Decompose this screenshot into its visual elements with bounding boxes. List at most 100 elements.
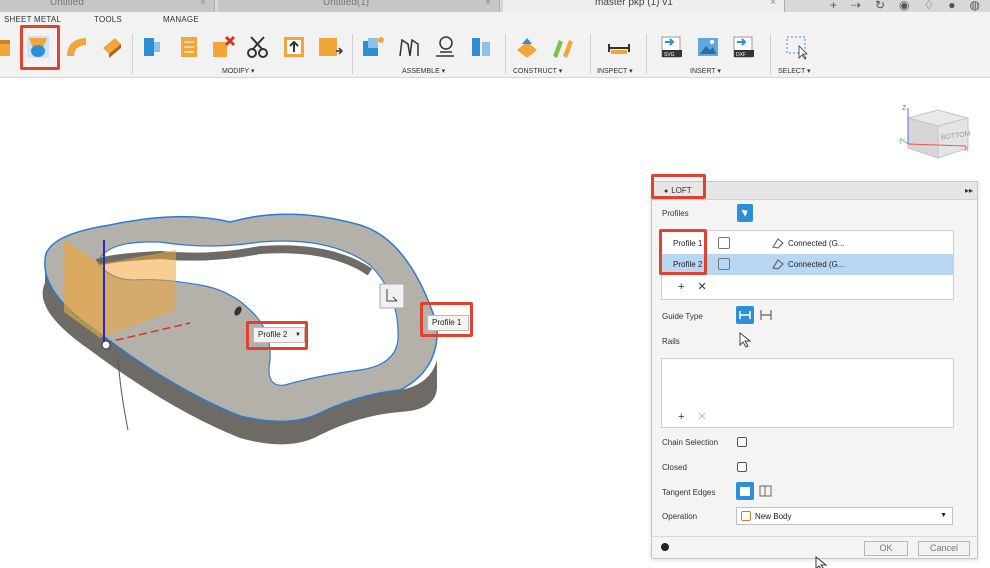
- info-icon[interactable]: [661, 543, 669, 551]
- group-assemble[interactable]: ASSEMBLE ▾: [402, 67, 445, 75]
- loft-body-model[interactable]: [0, 180, 480, 450]
- profile-1-highlight: [420, 302, 473, 337]
- group-construct[interactable]: CONSTRUCT ▾: [513, 67, 562, 75]
- ribbon-toolbar: SHEET METAL TOOLS MANAGE MODIFY ▾ ASSEMB…: [0, 12, 990, 78]
- job-status-icon[interactable]: ⇢: [851, 0, 861, 12]
- align-icon[interactable]: [317, 34, 343, 60]
- mouse-cursor-icon: [815, 556, 828, 568]
- tab-label: Untitled(1): [323, 0, 370, 8]
- menu-sheet-metal[interactable]: SHEET METAL: [4, 15, 61, 24]
- loft-dialog: LOFT ▸▸ Profiles Profile 1 Connected (G.…: [651, 181, 978, 559]
- help-icon[interactable]: ●: [948, 0, 955, 12]
- delete-face-icon[interactable]: [210, 34, 236, 60]
- operation-label: Operation: [662, 512, 698, 521]
- group-inspect[interactable]: INSPECT ▾: [597, 67, 633, 75]
- canvas-icon[interactable]: [695, 34, 721, 60]
- expand-icon[interactable]: ▸▸: [965, 186, 973, 195]
- as-built-joint-icon[interactable]: [432, 34, 458, 60]
- measure-icon[interactable]: [606, 34, 632, 60]
- refresh-icon[interactable]: ↻: [875, 0, 885, 12]
- ribbon-separator: [132, 34, 133, 74]
- joint-origin-icon[interactable]: [468, 34, 494, 60]
- svg-badge-label: SVG: [664, 52, 675, 58]
- profile-2-highlight: [246, 321, 308, 350]
- notifications-icon[interactable]: ◉: [899, 0, 909, 12]
- axis-x-label: X: [964, 146, 969, 153]
- ribbon-separator: [505, 34, 506, 74]
- merge-tangent-edges-icon[interactable]: [736, 482, 754, 500]
- close-icon[interactable]: ×: [200, 0, 206, 10]
- dialog-footer: OK Cancel: [652, 536, 977, 558]
- keep-tangent-edges-icon[interactable]: [758, 482, 774, 500]
- new-tab-icon[interactable]: +: [830, 0, 837, 12]
- offset-plane-icon[interactable]: [514, 34, 540, 60]
- loft-tool-highlight: [20, 25, 60, 70]
- profile-shape-icon: [718, 237, 730, 249]
- tab-master-pkp[interactable]: master pkp (1) v1 ×: [503, 0, 785, 12]
- menu-tools[interactable]: TOOLS: [94, 15, 122, 24]
- rib-icon[interactable]: [99, 34, 125, 60]
- group-insert[interactable]: INSERT ▾: [690, 67, 721, 75]
- group-modify[interactable]: MODIFY ▾: [222, 67, 255, 75]
- ribbon-separator: [590, 34, 591, 74]
- sweep-icon[interactable]: [64, 34, 90, 60]
- profile-continuity[interactable]: Connected (G...: [788, 239, 844, 248]
- ribbon-separator: [646, 34, 647, 74]
- profiles-list-actions: + ✕: [678, 280, 717, 293]
- partial-create-icon[interactable]: [0, 34, 20, 60]
- closed-label: Closed: [662, 463, 687, 472]
- connected-icon[interactable]: [772, 258, 784, 270]
- axis-y-label: Y: [898, 139, 903, 146]
- rails-label: Rails: [662, 337, 680, 346]
- tangent-edges-label: Tangent Edges: [662, 488, 716, 497]
- ribbon-separator: [770, 34, 771, 74]
- sketch-marker-icon: [379, 283, 405, 309]
- rails-list-actions: + ✕: [678, 410, 717, 423]
- viewcube[interactable]: BOTTOM Z X Y: [898, 104, 972, 160]
- operation-value: New Body: [755, 512, 792, 521]
- axis-z-label: Z: [902, 105, 907, 112]
- new-body-icon: [741, 511, 751, 521]
- guide-rails-icon[interactable]: [736, 306, 754, 324]
- profile-continuity[interactable]: Connected (G...: [788, 260, 844, 269]
- chain-selection-checkbox[interactable]: [737, 437, 747, 447]
- menu-manage[interactable]: MANAGE: [163, 15, 199, 24]
- tab-label: master pkp (1) v1: [595, 0, 673, 8]
- tab-untitled[interactable]: Untitled ×: [0, 0, 215, 12]
- remove-profile-button[interactable]: ✕: [698, 281, 707, 293]
- remove-rail-button[interactable]: ✕: [698, 411, 707, 423]
- operation-dropdown[interactable]: New Body ▼: [736, 507, 953, 525]
- closed-checkbox[interactable]: [737, 462, 747, 472]
- tab-bar-actions: + ⇢ ↻ ◉ ♢ ● ◍: [830, 0, 990, 12]
- profile-list-highlight: [659, 229, 707, 275]
- chevron-down-icon: ▼: [940, 512, 947, 519]
- add-profile-button[interactable]: +: [678, 281, 684, 293]
- tab-label: Untitled: [50, 0, 84, 8]
- close-icon[interactable]: ×: [485, 0, 491, 10]
- add-rail-button[interactable]: +: [678, 411, 684, 423]
- ribbon-separator: [352, 34, 353, 74]
- centerline-icon[interactable]: [758, 306, 774, 324]
- bell-icon[interactable]: ♢: [924, 0, 935, 12]
- close-icon[interactable]: ×: [770, 0, 776, 10]
- profile-shape-icon: [718, 258, 730, 270]
- joint-icon[interactable]: [396, 34, 422, 60]
- profile-icon[interactable]: ◍: [970, 0, 980, 12]
- select-icon[interactable]: [784, 34, 810, 60]
- fusion-window: Untitled × Untitled(1) × master pkp (1) …: [0, 0, 990, 568]
- rails-select-icon[interactable]: [738, 332, 752, 348]
- document-tab-bar: Untitled × Untitled(1) × master pkp (1) …: [0, 0, 990, 12]
- group-select[interactable]: SELECT ▾: [778, 67, 811, 75]
- move-copy-icon[interactable]: [281, 34, 307, 60]
- tab-untitled-1[interactable]: Untitled(1) ×: [218, 0, 500, 12]
- press-pull-icon[interactable]: [140, 34, 166, 60]
- plane-at-angle-icon[interactable]: [549, 34, 575, 60]
- split-body-icon[interactable]: [245, 34, 271, 60]
- fillet-icon[interactable]: [176, 34, 202, 60]
- cancel-button[interactable]: Cancel: [918, 541, 970, 556]
- ok-button[interactable]: OK: [864, 541, 908, 556]
- connected-icon[interactable]: [772, 237, 784, 249]
- profiles-select-button[interactable]: [737, 204, 753, 222]
- new-component-icon[interactable]: [360, 34, 386, 60]
- guide-type-label: Guide Type: [662, 312, 703, 321]
